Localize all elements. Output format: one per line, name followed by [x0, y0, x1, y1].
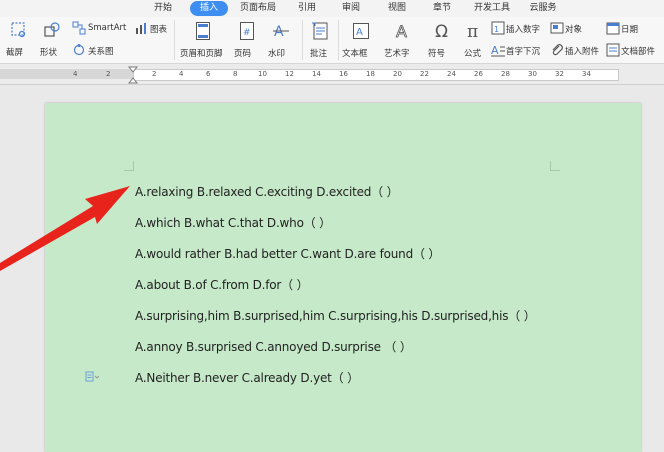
shapes-icon [44, 22, 60, 37]
question-line[interactable]: A.surprising,him B.surprised,him C.surpr… [135, 307, 536, 324]
chart-button[interactable]: 图表 [134, 21, 170, 35]
toolbar-separator [174, 20, 175, 60]
doc-parts-icon [606, 43, 620, 57]
object-button[interactable]: 对象 [550, 21, 596, 35]
wordart-icon: A [396, 22, 408, 41]
red-arrow-annotation [0, 186, 130, 271]
toolbar-separator [302, 20, 303, 60]
watermark-icon: A [273, 24, 289, 40]
tab-review[interactable]: 审阅 [334, 1, 368, 16]
tab-insert[interactable]: 插入 [190, 1, 228, 16]
comment-icon [312, 22, 328, 40]
tab-sections[interactable]: 章节 [425, 1, 459, 16]
wordart-button[interactable]: A 艺术字 [384, 19, 422, 61]
smartart-icon [72, 21, 86, 35]
ribbon-tab-bar: 开始 插入 页面布局 引用 审阅 视图 章节 开发工具 云服务 [0, 0, 664, 17]
margin-corner-top-left [124, 161, 134, 171]
calendar-icon [606, 22, 620, 35]
paperclip-icon [552, 44, 563, 56]
insert-number-button[interactable]: 1 插入数字 [491, 21, 547, 35]
date-button[interactable]: 日期 [606, 21, 656, 35]
toolbar-separator [338, 20, 339, 60]
header-footer-button[interactable]: 页眉和页脚 [180, 19, 228, 61]
tab-cloud[interactable]: 云服务 [524, 1, 562, 16]
page-number-icon: # [240, 22, 254, 40]
number-icon: 1 [491, 21, 505, 35]
relation-chart-button[interactable]: 关系图 [72, 43, 128, 57]
margin-corner-top-right [550, 161, 560, 171]
chart-icon [136, 23, 146, 34]
pi-icon: π [467, 22, 478, 41]
textbox-icon: A [353, 23, 369, 39]
shapes-button[interactable]: 形状 [38, 19, 66, 61]
svg-text:A: A [396, 22, 407, 41]
tab-start[interactable]: 开始 [143, 1, 183, 16]
dropcap-icon: A [491, 44, 505, 57]
question-line[interactable]: A.about B.of C.from D.for（ ） [135, 276, 309, 293]
question-line[interactable]: A.relaxing B.relaxed C.exciting D.excite… [135, 183, 399, 200]
ruler-margin-area [0, 69, 133, 79]
symbol-button[interactable]: Ω 符号 [428, 19, 458, 61]
formula-button[interactable]: π 公式 [462, 19, 488, 61]
relation-icon [73, 44, 85, 56]
screenshot-button[interactable]: 截屏 [4, 19, 32, 61]
paragraph-layout-icon[interactable] [85, 371, 99, 383]
tab-developer[interactable]: 开发工具 [468, 1, 516, 16]
scissors-icon [11, 22, 26, 38]
question-line[interactable]: A.Neither B.never C.already D.yet（ ） [135, 369, 359, 386]
tab-references[interactable]: 引用 [290, 1, 324, 16]
question-line[interactable]: A.which B.what C.that D.who（ ） [135, 214, 331, 231]
tab-page-layout[interactable]: 页面布局 [236, 1, 280, 16]
omega-icon: Ω [435, 22, 448, 41]
attachment-button[interactable]: 插入附件 [550, 43, 604, 57]
svg-text:A: A [356, 27, 363, 38]
ribbon-toolbar: 截屏 形状 SmartArt 图表 关系图 页眉和页脚 # 页码 A 水印 批注… [0, 17, 664, 64]
tab-view[interactable]: 视图 [380, 1, 414, 16]
horizontal-ruler[interactable]: 4 2 2 4 6 8 10 12 14 16 18 20 22 24 26 2… [0, 64, 664, 85]
comment-button[interactable]: 批注 [306, 19, 334, 61]
svg-text:#: # [243, 28, 251, 38]
header-footer-icon [196, 22, 210, 40]
dropcap-button[interactable]: A 首字下沉 [491, 43, 547, 57]
doc-parts-button[interactable]: 文档部件 [606, 43, 662, 57]
textbox-button[interactable]: A 文本框 [342, 19, 380, 61]
svg-text:A: A [491, 44, 499, 57]
svg-text:Ω: Ω [435, 22, 448, 41]
indent-marker-icon[interactable] [128, 66, 138, 84]
page-number-button[interactable]: # 页码 [232, 19, 262, 61]
object-icon [550, 22, 564, 34]
question-line[interactable]: A.would rather B.had better C.want D.are… [135, 245, 440, 262]
svg-text:π: π [467, 22, 478, 41]
question-line[interactable]: A.annoy B.surprised C.annoyed D.surprise… [135, 338, 412, 355]
watermark-button[interactable]: A 水印 [266, 19, 296, 61]
svg-text:A: A [274, 24, 284, 40]
svg-text:1: 1 [494, 25, 499, 34]
smartart-button[interactable]: SmartArt [72, 21, 132, 35]
